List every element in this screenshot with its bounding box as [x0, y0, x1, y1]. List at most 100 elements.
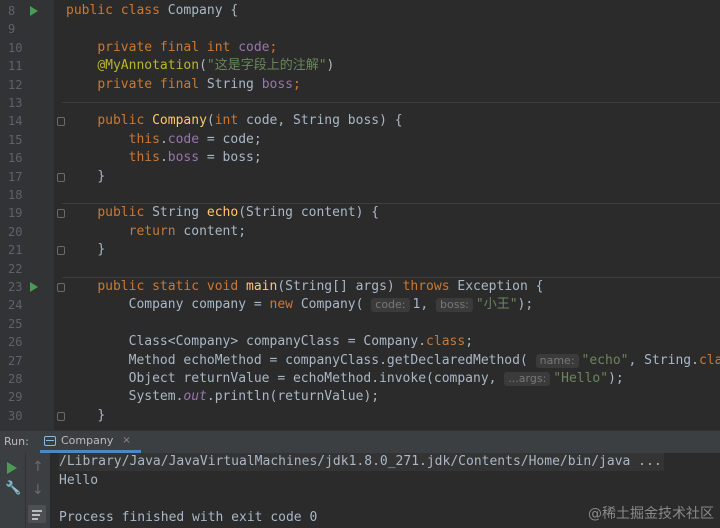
code-line-9[interactable]: 9 — [0, 20, 720, 38]
arrow-up-icon[interactable]: ↑ — [32, 459, 44, 475]
code-line-24[interactable]: 24 Company company = new Company( code: 1… — [0, 296, 720, 314]
code-line-26[interactable]: 26 Class<Company> companyClass = Company… — [0, 333, 720, 351]
parameter-hint: boss: — [436, 298, 473, 313]
line-number: 27 — [8, 353, 23, 368]
watermark: @稀土掘金技术社区 — [588, 506, 714, 522]
constructor-name: Company — [152, 113, 207, 129]
line-number: 12 — [8, 77, 23, 92]
run-triangle-icon[interactable] — [30, 282, 38, 292]
line-number: 26 — [8, 335, 23, 350]
code-line-30[interactable]: 30 } — [0, 407, 720, 425]
code-line-29[interactable]: 29 System.out.println(returnValue); — [0, 388, 720, 406]
code-editor[interactable]: 8 public class Company { 9 10 private fi… — [0, 0, 720, 430]
toolbar-divider — [25, 453, 26, 528]
keyword: private final — [97, 76, 200, 92]
static-field: out — [183, 389, 207, 405]
line-number: 16 — [8, 151, 23, 166]
code-line-12[interactable]: 12 private final String boss; — [0, 76, 720, 94]
keyword: class — [698, 352, 720, 368]
keyword: new — [269, 297, 293, 313]
code-line-20[interactable]: 20 return content; — [0, 223, 720, 241]
fold-icon[interactable] — [57, 209, 65, 219]
keyword: public class — [66, 3, 160, 18]
line-number: 24 — [8, 298, 23, 313]
field-name: code — [238, 39, 270, 55]
code-line-28[interactable]: 28 Object returnValue = echoMethod.invok… — [0, 370, 720, 388]
string-literal: "小王" — [475, 297, 518, 313]
tab-label: Company — [61, 434, 114, 447]
keyword: public — [97, 113, 145, 129]
line-number: 25 — [8, 316, 23, 331]
console-command-line: /Library/Java/JavaVirtualMachines/jdk1.8… — [59, 453, 664, 472]
wrench-icon[interactable]: 🔧 — [5, 481, 21, 496]
code-line-14[interactable]: 14 public Company(int code, String boss)… — [0, 112, 720, 130]
keyword: throws — [402, 279, 450, 294]
line-number: 10 — [8, 40, 23, 55]
console-icon — [44, 435, 56, 446]
keyword: class — [426, 334, 466, 350]
line-number: 22 — [8, 261, 23, 276]
console-output-line: Hello — [59, 473, 99, 488]
run-tool-window-header: Run: Company × — [0, 430, 720, 453]
code-line-16[interactable]: 16 this.boss = boss; — [0, 149, 720, 167]
field-name: boss — [167, 150, 200, 166]
keyword: this — [128, 150, 160, 166]
code-line-17[interactable]: 17 } — [0, 168, 720, 186]
keyword: this — [128, 131, 160, 147]
field-name: boss — [261, 76, 293, 92]
fold-icon[interactable] — [57, 283, 65, 292]
tab-company[interactable]: Company × — [40, 431, 141, 453]
code-line-8[interactable]: 8 public class Company { — [0, 2, 720, 20]
code-line-11[interactable]: 11 @MyAnnotation("这是字段上的注解") — [0, 57, 720, 75]
line-number: 17 — [8, 169, 23, 184]
line-number: 15 — [8, 132, 23, 147]
code-line-23[interactable]: 23 public static void main(String[] args… — [0, 278, 720, 296]
line-number: 19 — [8, 206, 23, 221]
console-exit-line: Process finished with exit code 0 — [59, 510, 318, 525]
code-line-19[interactable]: 19 public String echo(String content) { — [0, 204, 720, 222]
keyword: return — [128, 223, 176, 239]
annotation: @MyAnnotation — [97, 58, 200, 74]
run-toolbar: ↑ 🔧 ↓ — [0, 453, 50, 528]
fold-icon[interactable] — [57, 117, 65, 127]
string-literal: "Hello" — [553, 371, 609, 386]
code-line-18[interactable]: 18 — [0, 186, 720, 204]
string-literal: "这是字段上的注解" — [206, 58, 327, 74]
arrow-down-icon[interactable]: ↓ — [32, 482, 44, 498]
fold-icon[interactable] — [57, 172, 65, 182]
line-number: 14 — [8, 114, 23, 129]
code-line-13[interactable]: 13 — [0, 94, 720, 112]
code-line-25[interactable]: 25 — [0, 315, 720, 333]
parameter-hint: code: — [371, 298, 410, 313]
line-number: 21 — [8, 243, 23, 258]
parameter-hint: ...args: — [504, 372, 551, 386]
line-number: 9 — [8, 22, 16, 37]
code-line-10[interactable]: 10 private final int code; — [0, 39, 720, 57]
play-icon[interactable] — [7, 462, 17, 474]
line-number: 23 — [8, 280, 23, 294]
line-number: 20 — [8, 224, 23, 239]
code-line-21[interactable]: 21 } — [0, 241, 720, 259]
code-line-15[interactable]: 15 this.code = code; — [0, 131, 720, 149]
fold-icon[interactable] — [57, 411, 65, 421]
line-number: 18 — [8, 188, 23, 202]
line-number: 8 — [8, 4, 16, 18]
code-line-22[interactable]: 22 — [0, 260, 720, 278]
run-label: Run: — [4, 435, 29, 448]
method-name: echo — [206, 205, 239, 221]
fold-icon[interactable] — [57, 246, 65, 256]
class-name: Company { — [159, 3, 239, 18]
close-icon[interactable]: × — [122, 435, 130, 446]
parameter-hint: name: — [535, 353, 579, 368]
keyword: private final int — [97, 39, 231, 55]
line-number: 13 — [8, 96, 23, 110]
line-number: 11 — [8, 59, 23, 74]
field-name: code — [167, 131, 200, 147]
line-number: 28 — [8, 372, 23, 386]
run-triangle-icon[interactable] — [30, 6, 38, 16]
code-line-27[interactable]: 27 Method echoMethod = companyClass.getD… — [0, 352, 720, 370]
keyword: public — [97, 205, 145, 221]
soft-wrap-icon[interactable] — [28, 505, 46, 523]
keyword: public static void — [97, 279, 239, 294]
method-name: main — [246, 279, 278, 294]
